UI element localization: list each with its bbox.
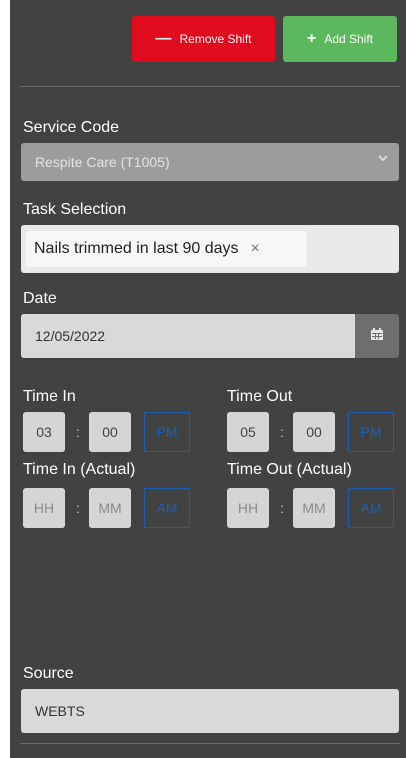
- time-in-actual-meridiem-toggle[interactable]: AM: [144, 488, 190, 528]
- time-out-label: Time Out: [227, 388, 293, 405]
- time-in-minute-input[interactable]: 00: [89, 412, 131, 452]
- date-label: Date: [23, 290, 57, 307]
- time-out-minute-input[interactable]: 00: [293, 412, 335, 452]
- date-value: 12/05/2022: [35, 328, 106, 344]
- time-out-colon: :: [280, 424, 284, 440]
- source-value: WEBTS: [35, 703, 85, 719]
- task-tag: Nails trimmed in last 90 days ×: [26, 231, 307, 267]
- time-out-actual-meridiem-toggle[interactable]: AM: [348, 488, 394, 528]
- plus-icon: +: [306, 30, 317, 47]
- shift-panel: — Remove Shift + Add Shift Service Code …: [10, 0, 406, 758]
- service-code-select[interactable]: Respite Care (T1005): [21, 143, 399, 181]
- time-out-actual-hour-input[interactable]: HH: [227, 488, 269, 528]
- calendar-button[interactable]: [355, 314, 399, 358]
- service-code-label: Service Code: [23, 119, 120, 136]
- remove-tag-icon[interactable]: ×: [251, 240, 260, 258]
- time-out-actual-minute-input[interactable]: MM: [293, 488, 335, 528]
- time-in-label: Time In: [23, 388, 76, 405]
- time-in-actual-colon: :: [76, 500, 80, 516]
- chevron-down-icon: [377, 152, 389, 167]
- service-code-value: Respite Care (T1005): [35, 154, 170, 170]
- top-divider: [20, 86, 400, 87]
- time-in-colon: :: [76, 424, 80, 440]
- source-label: Source: [23, 665, 74, 682]
- bottom-divider: [20, 743, 400, 744]
- date-input[interactable]: 12/05/2022: [21, 314, 355, 358]
- time-in-actual-label: Time In (Actual): [23, 461, 136, 478]
- time-in-actual-hour-input[interactable]: HH: [23, 488, 65, 528]
- task-selection-input[interactable]: Nails trimmed in last 90 days ×: [21, 225, 399, 273]
- time-in-meridiem-toggle[interactable]: PM: [144, 412, 190, 452]
- minus-icon: —: [155, 30, 172, 47]
- remove-shift-button[interactable]: — Remove Shift: [132, 16, 275, 62]
- source-input: WEBTS: [21, 689, 399, 733]
- time-in-actual-minute-input[interactable]: MM: [89, 488, 131, 528]
- task-selection-label: Task Selection: [23, 201, 127, 218]
- remove-shift-label: Remove Shift: [179, 32, 252, 46]
- task-tag-label: Nails trimmed in last 90 days: [34, 240, 239, 257]
- add-shift-button[interactable]: + Add Shift: [283, 16, 397, 62]
- time-out-actual-colon: :: [280, 500, 284, 516]
- calendar-icon: [370, 327, 384, 346]
- time-out-actual-label: Time Out (Actual): [227, 461, 352, 478]
- time-out-meridiem-toggle[interactable]: PM: [348, 412, 394, 452]
- time-in-hour-input[interactable]: 03: [23, 412, 65, 452]
- add-shift-label: Add Shift: [324, 32, 374, 46]
- time-out-hour-input[interactable]: 05: [227, 412, 269, 452]
